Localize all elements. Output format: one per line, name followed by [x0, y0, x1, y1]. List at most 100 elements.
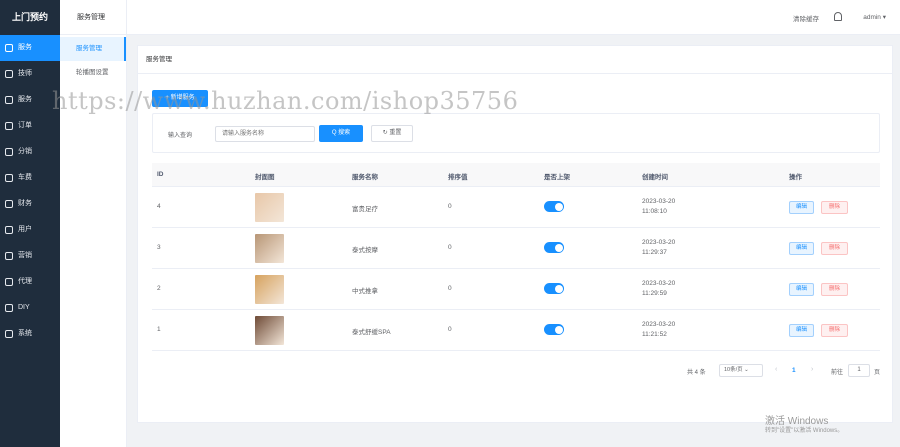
nav-item-label: 财务 — [18, 200, 32, 207]
row-created-time: 2023-03-20 11:29:37 — [642, 238, 675, 258]
created-date: 2023-03-20 — [642, 198, 676, 205]
nav-item-label: 营销 — [18, 252, 32, 259]
page-number-current[interactable]: 1 — [792, 367, 796, 374]
nav-item-3[interactable]: 订单 — [0, 113, 60, 139]
nav-list: 服务 技师 服务 订单 分销 车费 财务 用户 营销 代理 DIY 系统 — [0, 35, 60, 347]
nav-item-8[interactable]: 营销 — [0, 243, 60, 269]
row-id: 1 — [157, 326, 161, 333]
row-id: 3 — [157, 244, 161, 251]
prev-page-button[interactable]: ‹ — [775, 366, 777, 373]
edit-button[interactable]: 编辑 — [789, 283, 814, 296]
on-sale-toggle[interactable] — [544, 242, 564, 253]
edit-button[interactable]: 编辑 — [789, 324, 814, 337]
table-row: 2 中式推拿 0 2023-03-20 11:29:59 编辑 删除 — [152, 269, 880, 310]
nav-item-5[interactable]: 车费 — [0, 165, 60, 191]
nav-item-1[interactable]: 技师 — [0, 61, 60, 87]
bell-icon — [5, 252, 13, 260]
edit-button[interactable]: 编辑 — [789, 242, 814, 255]
nav-item-0[interactable]: 服务 — [0, 35, 60, 61]
cover-image — [255, 193, 284, 222]
row-id: 2 — [157, 285, 161, 292]
clear-cache-link[interactable]: 清除缓存 — [793, 13, 819, 23]
diy-icon — [5, 304, 13, 312]
search-button[interactable]: Q 搜索 — [319, 125, 363, 142]
bell-icon[interactable] — [834, 12, 842, 21]
reset-button[interactable]: ↻ 重置 — [371, 125, 413, 142]
windows-activation-hint: 转到"设置"以激活 Windows。 — [765, 428, 844, 434]
user-menu[interactable]: admin ▾ — [863, 13, 886, 21]
delete-button[interactable]: 删除 — [821, 324, 848, 337]
row-service-name: 泰式舒缓SPA — [352, 329, 391, 336]
submenu: 服务管理 服务管理 轮播图设置 — [60, 0, 127, 447]
nav-item-10[interactable]: DIY — [0, 295, 60, 321]
created-clock: 11:29:37 — [642, 249, 667, 256]
nav-item-4[interactable]: 分销 — [0, 139, 60, 165]
nav-item-9[interactable]: 代理 — [0, 269, 60, 295]
pagination: 共 4 条 10条/页 ⌄ ‹ 1 › 前往 1 页 — [138, 364, 894, 378]
nav-item-label: 车费 — [18, 174, 32, 181]
agent-icon — [5, 278, 13, 286]
delete-button[interactable]: 删除 — [821, 201, 848, 214]
row-service-name: 富贵足疗 — [352, 206, 378, 213]
page-size-select[interactable]: 10条/页 ⌄ — [719, 364, 763, 377]
created-date: 2023-03-20 — [642, 280, 676, 287]
submenu-title: 服务管理 — [60, 0, 126, 35]
cover-image — [255, 275, 284, 304]
col-sort: 排序值 — [448, 174, 468, 181]
goto-page-input[interactable]: 1 — [848, 364, 870, 377]
nav-item-2[interactable]: 服务 — [0, 87, 60, 113]
nav-item-label: 服务 — [18, 44, 32, 51]
pagination-total: 共 4 条 — [687, 370, 706, 376]
col-id: ID — [157, 171, 164, 178]
col-actions: 操作 — [789, 174, 802, 181]
row-sort-value: 0 — [448, 326, 452, 333]
search-input[interactable] — [215, 126, 315, 142]
submenu-item-service-manage[interactable]: 服务管理 — [60, 37, 126, 61]
row-sort-value: 0 — [448, 203, 452, 210]
nav-item-6[interactable]: 财务 — [0, 191, 60, 217]
col-on-sale: 是否上架 — [544, 174, 570, 181]
top-header: 清除缓存 admin ▾ — [127, 0, 900, 35]
row-sort-value: 0 — [448, 244, 452, 251]
row-id: 4 — [157, 203, 161, 210]
team-icon — [5, 148, 13, 156]
edit-button[interactable]: 编辑 — [789, 201, 814, 214]
nav-item-11[interactable]: 系统 — [0, 321, 60, 347]
row-created-time: 2023-03-20 11:29:59 — [642, 279, 675, 299]
page-suffix: 页 — [874, 370, 881, 376]
nav-item-label: 系统 — [18, 330, 32, 337]
grid-icon — [5, 44, 13, 52]
created-date: 2023-03-20 — [642, 321, 676, 328]
gear-icon — [5, 330, 13, 338]
user-icon — [5, 70, 13, 78]
nav-item-label: 技师 — [18, 70, 32, 77]
image-icon — [5, 96, 13, 104]
cover-image — [255, 234, 284, 263]
col-created: 创建时间 — [642, 174, 668, 181]
created-clock: 11:21:52 — [642, 331, 667, 338]
delete-button[interactable]: 删除 — [821, 283, 848, 296]
table-row: 3 泰式按摩 0 2023-03-20 11:29:37 编辑 删除 — [152, 228, 880, 269]
on-sale-toggle[interactable] — [544, 283, 564, 294]
delete-button[interactable]: 删除 — [821, 242, 848, 255]
submenu-item-banner-settings[interactable]: 轮播图设置 — [60, 61, 126, 85]
row-sort-value: 0 — [448, 285, 452, 292]
table-header: ID 封面图 服务名称 排序值 是否上架 创建时间 操作 — [152, 163, 880, 187]
app-logo: 上门预约 — [12, 12, 49, 22]
on-sale-toggle[interactable] — [544, 201, 564, 212]
nav-item-label: 服务 — [18, 96, 32, 103]
goto-label: 前往 — [831, 370, 844, 376]
row-service-name: 中式推拿 — [352, 288, 378, 295]
nav-item-label: 分销 — [18, 148, 32, 155]
next-page-button[interactable]: › — [811, 366, 813, 373]
nav-item-label: 用户 — [18, 226, 32, 233]
service-table: ID 封面图 服务名称 排序值 是否上架 创建时间 操作 4 富贵足疗 0 2023-… — [152, 163, 880, 351]
on-sale-toggle[interactable] — [544, 324, 564, 335]
created-clock: 11:29:59 — [642, 290, 667, 297]
table-row: 4 富贵足疗 0 2023-03-20 11:08:10 编辑 删除 — [152, 187, 880, 228]
created-date: 2023-03-20 — [642, 239, 676, 246]
nav-item-7[interactable]: 用户 — [0, 217, 60, 243]
col-cover: 封面图 — [255, 174, 275, 181]
order-icon — [5, 122, 13, 130]
row-created-time: 2023-03-20 11:08:10 — [642, 197, 675, 217]
